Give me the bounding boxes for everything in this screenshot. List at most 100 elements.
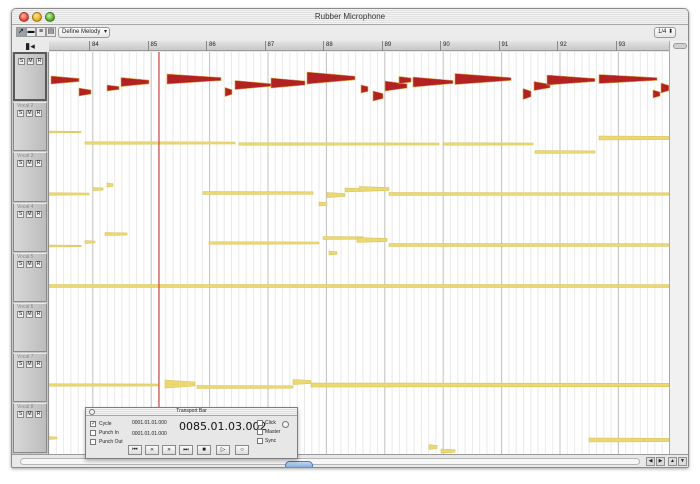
rewind-button[interactable]: « — [145, 445, 159, 455]
pitch-blob[interactable] — [546, 74, 596, 86]
pitch-blob[interactable] — [412, 76, 454, 88]
pitch-blob[interactable] — [360, 84, 369, 94]
mute-button[interactable]: M — [26, 311, 33, 318]
solo-button[interactable]: S — [17, 311, 24, 318]
mute-button[interactable]: M — [26, 411, 33, 419]
master-toggle[interactable]: Master — [257, 429, 280, 435]
pitch-blob[interactable] — [84, 141, 236, 145]
pitch-blob[interactable] — [270, 77, 306, 89]
position-display[interactable]: 0085.01.03.002 — [179, 420, 266, 433]
play-button[interactable]: ▷ — [216, 445, 230, 455]
pitch-blob[interactable] — [208, 241, 320, 245]
pitch-blob[interactable] — [292, 379, 312, 385]
mute-button[interactable]: M — [26, 210, 33, 218]
track-header[interactable]: Vocal 3SMR — [13, 152, 47, 202]
track-header[interactable]: Vocal 8SMR — [13, 403, 47, 453]
horizontal-scroll-thumb[interactable] — [285, 461, 313, 467]
pitch-blob[interactable] — [310, 382, 669, 388]
pitch-blob[interactable] — [318, 201, 328, 207]
click-volume-knob[interactable] — [282, 421, 289, 428]
track-header[interactable]: Vocal 5SMR — [13, 252, 47, 302]
pitch-blob[interactable] — [454, 73, 512, 85]
record-arm-button[interactable]: R — [35, 210, 42, 218]
pitch-blob[interactable] — [49, 192, 90, 196]
record-arm-button[interactable]: R — [35, 160, 42, 168]
pitch-blob[interactable] — [106, 84, 120, 92]
pitch-blob[interactable] — [398, 76, 412, 84]
pitch-blob[interactable] — [598, 135, 669, 141]
solo-button[interactable]: S — [18, 58, 25, 65]
track-header[interactable]: Vocal 7SMR — [13, 353, 47, 403]
go-to-start-button[interactable]: ⏮ — [128, 445, 142, 455]
mute-button[interactable]: M — [26, 160, 33, 168]
right-locator[interactable]: 0001.01.01.000 — [132, 431, 167, 437]
vertical-scroll-thumb[interactable] — [673, 43, 687, 49]
pitch-blob[interactable] — [328, 250, 338, 256]
pitch-blob[interactable] — [49, 383, 160, 387]
mute-button[interactable]: M — [26, 361, 33, 369]
mute-button[interactable]: M — [26, 260, 33, 268]
punch-in-toggle[interactable]: Punch In — [90, 429, 119, 436]
pitch-blob[interactable] — [49, 130, 82, 134]
pitch-blob[interactable] — [49, 244, 82, 248]
solo-button[interactable]: S — [17, 260, 24, 268]
pitch-blob[interactable] — [84, 240, 96, 244]
left-locator[interactable]: 0001.01.01.000 — [132, 420, 167, 426]
blocks-tool-icon[interactable]: ▤ — [46, 27, 56, 37]
pitch-blob[interactable] — [238, 142, 440, 146]
pitch-blob[interactable] — [49, 284, 669, 288]
transport-title-bar[interactable]: Transport Bar — [86, 408, 297, 416]
record-arm-button[interactable]: R — [35, 411, 42, 419]
track-header[interactable]: Vocal 6SMR — [13, 303, 47, 353]
punch-out-checkbox[interactable] — [90, 438, 96, 445]
pitch-blob[interactable] — [326, 192, 346, 198]
horizontal-scroll-track[interactable] — [20, 458, 640, 467]
solo-button[interactable]: S — [17, 160, 24, 168]
pitch-blob[interactable] — [522, 88, 532, 100]
go-to-end-button[interactable]: ⏭ — [179, 445, 193, 455]
pitch-blob[interactable] — [652, 89, 661, 99]
pitch-blob[interactable] — [442, 142, 534, 146]
solo-button[interactable]: S — [17, 210, 24, 218]
mute-button[interactable]: M — [27, 58, 34, 65]
record-arm-button[interactable]: R — [35, 361, 42, 369]
solo-button[interactable]: S — [17, 411, 24, 419]
record-arm-button[interactable]: R — [36, 58, 43, 65]
pitch-blob[interactable] — [78, 87, 92, 97]
pitch-blob[interactable] — [164, 379, 196, 389]
scroll-left-icon[interactable]: ◀ — [646, 457, 655, 466]
master-checkbox[interactable] — [257, 429, 263, 435]
scroll-right-icon[interactable]: ▶ — [656, 457, 665, 466]
solo-button[interactable]: S — [17, 110, 24, 118]
pitch-blob[interactable] — [598, 74, 658, 84]
solo-button[interactable]: S — [17, 361, 24, 369]
pitch-blob[interactable] — [660, 82, 669, 94]
melody-canvas[interactable] — [49, 52, 669, 454]
pitch-blob[interactable] — [588, 437, 669, 443]
record-arm-button[interactable]: R — [35, 260, 42, 268]
pitch-blob[interactable] — [50, 75, 80, 85]
mute-button[interactable]: M — [26, 110, 33, 118]
pitch-blob[interactable] — [358, 186, 390, 192]
stack-tool-icon[interactable]: ≡ — [36, 27, 46, 37]
record-button[interactable]: ○ — [235, 445, 249, 455]
pitch-blob[interactable] — [534, 150, 596, 154]
pitch-blob[interactable] — [49, 436, 58, 440]
track-list-icon[interactable]: ▮◂ — [14, 41, 46, 51]
pitch-blob[interactable] — [306, 71, 356, 85]
pitch-blob[interactable] — [106, 182, 114, 188]
zoom-in-icon[interactable]: ▲ — [668, 457, 677, 466]
pitch-blob[interactable] — [388, 192, 669, 196]
sync-checkbox[interactable] — [257, 438, 263, 444]
zoom-out-icon[interactable]: ▼ — [678, 457, 687, 466]
zoom-select[interactable]: 1/4 ⬍ — [654, 27, 676, 38]
sync-toggle[interactable]: Sync — [257, 438, 276, 444]
track-header[interactable]: Vocal 2SMR — [13, 102, 47, 152]
pointer-tool-icon[interactable]: ➚ — [16, 27, 26, 37]
pitch-blob[interactable] — [202, 191, 314, 195]
vertical-scrollbar[interactable] — [669, 41, 688, 454]
click-toggle[interactable]: Click — [257, 420, 276, 426]
pitch-blob[interactable] — [104, 232, 128, 236]
pitch-blob[interactable] — [372, 90, 384, 102]
pitch-blob[interactable] — [120, 77, 150, 87]
